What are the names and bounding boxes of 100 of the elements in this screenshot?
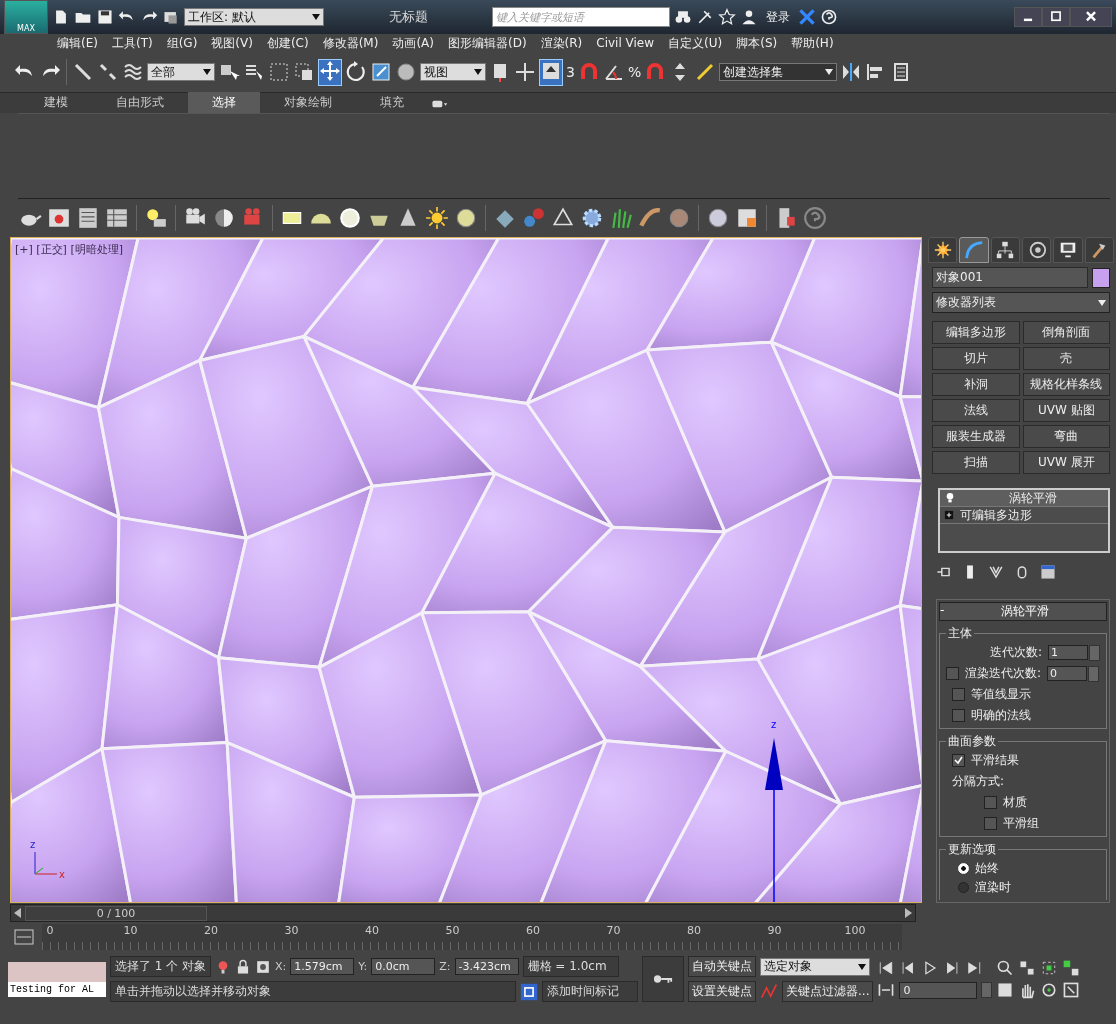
ribbon-tab[interactable]: 自由形式: [92, 92, 188, 113]
absolute-mode-icon[interactable]: [255, 958, 272, 975]
close-icon[interactable]: [1070, 7, 1112, 27]
window-crossing-icon[interactable]: [293, 61, 315, 83]
key-mode-dropdown[interactable]: 选定对象: [760, 957, 870, 976]
coordinate-system-dropdown[interactable]: 视图: [420, 63, 486, 81]
star-icon[interactable]: [718, 8, 736, 26]
maximize-icon[interactable]: [1042, 7, 1070, 27]
current-frame-field[interactable]: 0: [899, 981, 978, 999]
modifier-button[interactable]: 切片: [932, 347, 1020, 370]
hierarchy-icon[interactable]: [995, 240, 1016, 260]
modifier-list-dropdown[interactable]: 修改器列表: [932, 292, 1110, 313]
half-sphere-icon[interactable]: [212, 206, 236, 230]
object-name-field[interactable]: 对象001: [932, 267, 1088, 288]
menu-item[interactable]: 脚本(S): [729, 34, 785, 52]
user-icon[interactable]: [740, 8, 758, 26]
x-coordinate-field[interactable]: 1.579cm: [290, 958, 355, 975]
checkbox[interactable]: [984, 817, 997, 830]
checkbox[interactable]: [946, 667, 959, 680]
checkbox[interactable]: [952, 754, 965, 767]
sun-icon[interactable]: [425, 206, 449, 230]
gear-icon[interactable]: [580, 206, 604, 230]
z-coordinate-field[interactable]: -3.423cm: [454, 958, 519, 975]
modifier-button[interactable]: 扫描: [932, 451, 1020, 474]
modifier-button[interactable]: 壳: [1022, 347, 1110, 370]
snap-toggle[interactable]: 3: [566, 64, 575, 80]
menu-item[interactable]: 组(G): [159, 34, 205, 52]
binoculars-icon[interactable]: [674, 8, 692, 26]
checkbox[interactable]: [952, 688, 965, 701]
dropdown-arrow-icon[interactable]: [858, 963, 866, 970]
modifier-button[interactable]: UVW 展开: [1022, 451, 1110, 474]
rectangle-selection-icon[interactable]: [268, 61, 290, 83]
menu-item[interactable]: 自定义(U): [661, 34, 730, 52]
dropdown-arrow-icon[interactable]: [1098, 299, 1106, 306]
modifier-button[interactable]: 规格化样条线: [1022, 373, 1110, 396]
z-axis-gizmo[interactable]: z: [759, 718, 859, 902]
viewport-label[interactable]: [+] [正交] [明暗处理]: [15, 242, 123, 257]
menu-item[interactable]: 视图(V): [204, 34, 260, 52]
modifier-button[interactable]: 服装生成器: [932, 425, 1020, 448]
object-color-swatch[interactable]: [1092, 267, 1110, 288]
selection-filter-dropdown[interactable]: 全部: [147, 63, 215, 81]
menu-item[interactable]: 编辑(E): [50, 34, 105, 52]
menu-item[interactable]: 创建(C): [259, 34, 316, 52]
ribbon-tab[interactable]: 选择: [188, 92, 260, 113]
scale-icon[interactable]: [370, 61, 392, 83]
auto-key-button[interactable]: 自动关键点: [688, 956, 756, 977]
panel-tab[interactable]: [990, 237, 1020, 263]
menu-item[interactable]: Civil View: [589, 36, 662, 50]
zoom-icon[interactable]: [996, 959, 1015, 977]
zoom-extents-all-icon[interactable]: [1062, 959, 1081, 977]
table-window-icon[interactable]: [105, 206, 129, 230]
sphere-icon[interactable]: [454, 206, 478, 230]
ribbon-tab[interactable]: 建模: [20, 92, 92, 113]
app-menu-button[interactable]: MAX: [4, 0, 48, 34]
number-field[interactable]: 0: [1047, 666, 1088, 681]
menu-item[interactable]: 工具(T): [104, 34, 160, 52]
menu-item[interactable]: 帮助(H): [784, 34, 841, 52]
checkbox[interactable]: [984, 796, 997, 809]
checkbox[interactable]: [952, 709, 965, 722]
field-of-view-icon[interactable]: [996, 981, 1015, 999]
dropdown-arrow-icon[interactable]: [825, 69, 834, 75]
y-coordinate-field[interactable]: 0.0cm: [371, 958, 436, 975]
unlink-icon[interactable]: [97, 61, 119, 83]
maximize-viewport-icon[interactable]: [1062, 981, 1081, 999]
set-key-button[interactable]: [642, 956, 684, 1002]
zoom-all-icon[interactable]: [1018, 959, 1037, 977]
list-window-icon[interactable]: [76, 206, 100, 230]
key-filters-button[interactable]: 关键点过滤器...: [782, 981, 874, 1002]
time-slider[interactable]: 0 / 100: [10, 904, 916, 922]
panel-tab[interactable]: [928, 237, 958, 263]
dropdown-arrow-icon[interactable]: [474, 69, 482, 75]
link-icon[interactable]: [72, 61, 94, 83]
rotate-icon[interactable]: [345, 61, 367, 83]
curve-icon[interactable]: [964, 240, 984, 260]
named-selection-dropdown[interactable]: 创建选择集: [719, 63, 838, 81]
dropdown-arrow-icon[interactable]: [203, 69, 211, 75]
wave-icon[interactable]: [122, 61, 144, 83]
sunburst-icon[interactable]: [932, 240, 953, 260]
workspace-dropdown[interactable]: 工作区: 默认: [184, 8, 324, 26]
menu-item[interactable]: 动画(A): [385, 34, 441, 52]
dropdown-arrow-icon[interactable]: [312, 14, 320, 20]
modifier-button[interactable]: 补洞: [932, 373, 1020, 396]
material-editor-icon[interactable]: [735, 206, 759, 230]
save-icon[interactable]: [96, 8, 114, 26]
track-bar[interactable]: 0 10 20 30 40 50 60 70 80 90 100: [42, 924, 902, 950]
modifier-button[interactable]: 弯曲: [1022, 425, 1110, 448]
time-slider-thumb[interactable]: 0 / 100: [25, 905, 207, 921]
modifier-button[interactable]: UVW 贴图: [1022, 399, 1110, 422]
isolate-icon[interactable]: [520, 982, 538, 1001]
modifier-button[interactable]: 法线: [932, 399, 1020, 422]
configure-sets-icon[interactable]: [1040, 564, 1056, 580]
sphere-icon[interactable]: [395, 61, 417, 83]
sphere-icon[interactable]: [706, 206, 730, 230]
lightbulb-icon[interactable]: [144, 206, 168, 230]
stack-item[interactable]: 涡轮平滑: [940, 490, 1108, 507]
panel-tab[interactable]: [1053, 237, 1083, 263]
collapse-toggle[interactable]: -: [940, 603, 945, 620]
set-key-mode-button[interactable]: 设置关键点: [688, 981, 756, 1002]
minimize-icon[interactable]: [1014, 7, 1042, 27]
number-field[interactable]: 1: [1048, 645, 1088, 660]
